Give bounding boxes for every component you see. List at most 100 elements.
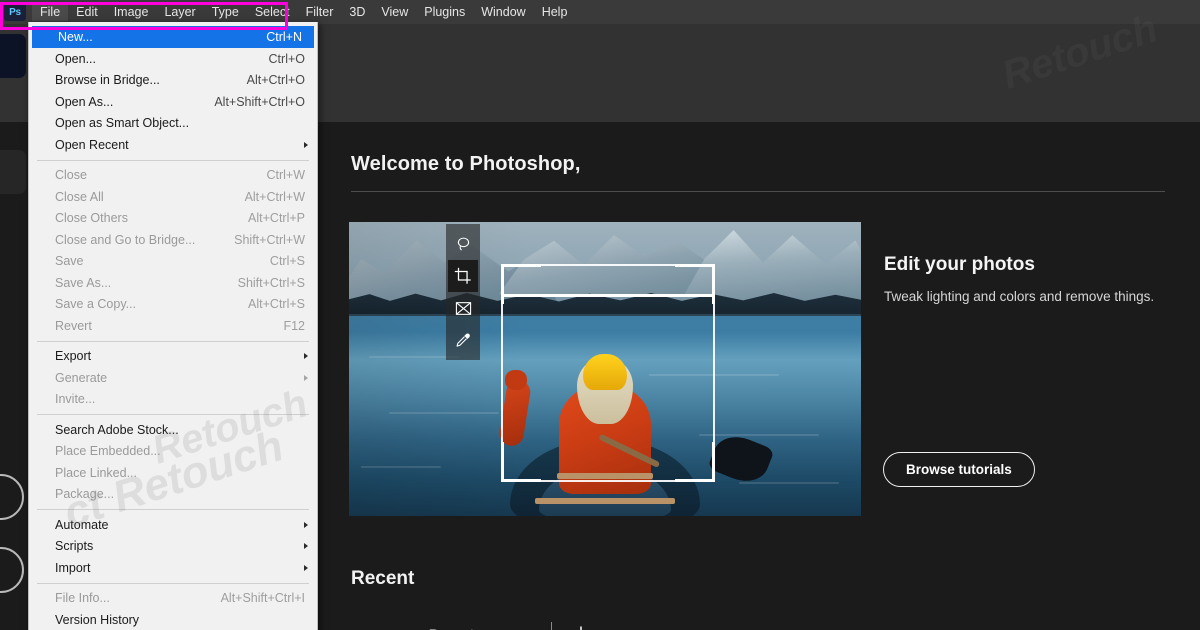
menu-item-label: Import bbox=[55, 561, 305, 575]
menu-item-label: Close bbox=[55, 168, 248, 182]
menu-separator bbox=[37, 414, 309, 415]
menu-separator bbox=[37, 160, 309, 161]
eyedropper-tool-button[interactable] bbox=[448, 324, 478, 356]
menu-item-label: Open as Smart Object... bbox=[55, 116, 305, 130]
menu-item-shortcut: F12 bbox=[283, 319, 305, 333]
menu-item-label: Invite... bbox=[55, 392, 305, 406]
menu-item-label: Open As... bbox=[55, 95, 196, 109]
menu-item-shortcut: Alt+Shift+Ctrl+I bbox=[221, 591, 305, 605]
frame-tool-button[interactable] bbox=[448, 292, 478, 324]
frame-icon bbox=[455, 301, 472, 316]
menu-item-revert: Revert F12 bbox=[29, 315, 317, 337]
page-title: Welcome to Photoshop, bbox=[351, 153, 581, 176]
menu-item-label: Open... bbox=[55, 52, 251, 66]
home-screen-chip-secondary[interactable] bbox=[0, 150, 26, 194]
menu-item-close-others: Close Others Alt+Ctrl+P bbox=[29, 208, 317, 230]
menu-image[interactable]: Image bbox=[106, 3, 157, 22]
menu-item-label: Browse in Bridge... bbox=[55, 73, 229, 87]
menu-item-label: New... bbox=[58, 30, 248, 44]
menu-item-label: Place Embedded... bbox=[55, 444, 305, 458]
menu-item-import[interactable]: Import bbox=[29, 557, 317, 579]
menu-3d[interactable]: 3D bbox=[341, 3, 373, 22]
menu-item-export[interactable]: Export bbox=[29, 346, 317, 368]
menu-item-open-recent[interactable]: Open Recent bbox=[29, 134, 317, 156]
menu-edit[interactable]: Edit bbox=[68, 3, 106, 22]
submenu-arrow-icon bbox=[304, 142, 308, 148]
menu-item-shortcut: Shift+Ctrl+W bbox=[234, 233, 305, 247]
menu-item-shortcut: Alt+Ctrl+O bbox=[247, 73, 305, 87]
menu-item-browse-in-bridge[interactable]: Browse in Bridge... Alt+Ctrl+O bbox=[29, 70, 317, 92]
browse-tutorials-button[interactable]: Browse tutorials bbox=[883, 452, 1035, 487]
menu-item-open[interactable]: Open... Ctrl+O bbox=[29, 48, 317, 70]
hero-image[interactable] bbox=[349, 222, 861, 516]
lasso-tool-button[interactable] bbox=[448, 228, 478, 260]
menu-bar: Ps FileEditImageLayerTypeSelectFilter3DV… bbox=[0, 0, 1200, 24]
menu-item-package: Package... bbox=[29, 484, 317, 506]
submenu-arrow-icon bbox=[304, 353, 308, 359]
menu-item-label: Revert bbox=[55, 319, 265, 333]
menu-bar-items: FileEditImageLayerTypeSelectFilter3DView… bbox=[32, 3, 575, 22]
menu-item-shortcut: Alt+Ctrl+S bbox=[248, 297, 305, 311]
menu-item-new[interactable]: New... Ctrl+N bbox=[32, 26, 314, 48]
menu-filter[interactable]: Filter bbox=[298, 3, 342, 22]
photoshop-logo-icon[interactable]: Ps bbox=[4, 3, 26, 21]
menu-separator bbox=[37, 509, 309, 510]
promo-title: Edit your photos bbox=[884, 254, 1035, 276]
menu-item-scripts[interactable]: Scripts bbox=[29, 536, 317, 558]
promo-subtitle: Tweak lighting and colors and remove thi… bbox=[884, 289, 1154, 304]
menu-item-shortcut: Alt+Ctrl+W bbox=[245, 190, 305, 204]
menu-item-label: Close and Go to Bridge... bbox=[55, 233, 216, 247]
file-menu-body: New... Ctrl+N Open... Ctrl+O Browse in Bridg… bbox=[29, 26, 317, 630]
menu-item-shortcut: Ctrl+W bbox=[266, 168, 305, 182]
menu-item-automate[interactable]: Automate bbox=[29, 514, 317, 536]
home-screen-content: Welcome to Photoshop, bbox=[316, 24, 1200, 630]
menu-item-shortcut: Alt+Ctrl+P bbox=[248, 211, 305, 225]
menu-window[interactable]: Window bbox=[473, 3, 533, 22]
menu-item-label: Package... bbox=[55, 487, 305, 501]
menu-item-search-adobe-stock[interactable]: Search Adobe Stock... bbox=[29, 419, 317, 441]
menu-item-save-as: Save As... Shift+Ctrl+S bbox=[29, 272, 317, 294]
menu-separator bbox=[37, 583, 309, 584]
menu-item-label: Save bbox=[55, 254, 252, 268]
crop-icon bbox=[454, 267, 472, 285]
menu-item-place-embedded: Place Embedded... bbox=[29, 441, 317, 463]
menu-item-label: Open Recent bbox=[55, 138, 305, 152]
menu-item-open-as[interactable]: Open As... Alt+Shift+Ctrl+O bbox=[29, 91, 317, 113]
menu-item-close-and-go-to-bridge: Close and Go to Bridge... Shift+Ctrl+W bbox=[29, 229, 317, 251]
submenu-arrow-icon bbox=[304, 375, 308, 381]
menu-item-shortcut: Alt+Shift+Ctrl+O bbox=[214, 95, 305, 109]
menu-type[interactable]: Type bbox=[204, 3, 247, 22]
arrow-down-icon[interactable] bbox=[574, 625, 588, 630]
menu-item-version-history[interactable]: Version History bbox=[29, 609, 317, 630]
menu-item-label: Save As... bbox=[55, 276, 220, 290]
menu-item-save: Save Ctrl+S bbox=[29, 251, 317, 273]
menu-item-label: Close All bbox=[55, 190, 227, 204]
menu-item-label: Version History bbox=[55, 613, 305, 627]
menu-item-shortcut: Ctrl+O bbox=[269, 52, 305, 66]
menu-item-open-as-smart-object[interactable]: Open as Smart Object... bbox=[29, 113, 317, 135]
menu-view[interactable]: View bbox=[373, 3, 416, 22]
menu-item-label: Close Others bbox=[55, 211, 230, 225]
menu-file[interactable]: File bbox=[32, 3, 68, 22]
menu-item-close-all: Close All Alt+Ctrl+W bbox=[29, 186, 317, 208]
menu-layer[interactable]: Layer bbox=[156, 3, 203, 22]
menu-item-label: Automate bbox=[55, 518, 305, 532]
menu-item-shortcut: Ctrl+S bbox=[270, 254, 305, 268]
crop-tool-button[interactable] bbox=[448, 260, 478, 292]
home-screen-chip[interactable] bbox=[0, 34, 26, 78]
menu-select[interactable]: Select bbox=[247, 3, 298, 22]
lasso-icon bbox=[455, 236, 472, 253]
menu-item-generate: Generate bbox=[29, 367, 317, 389]
eyedropper-icon bbox=[455, 332, 472, 349]
menu-item-label: Place Linked... bbox=[55, 466, 305, 480]
menu-plugins[interactable]: Plugins bbox=[416, 3, 473, 22]
menu-help[interactable]: Help bbox=[534, 3, 576, 22]
menu-item-save-a-copy: Save a Copy...Alt+Ctrl+S bbox=[29, 294, 317, 316]
menu-separator bbox=[37, 341, 309, 342]
menu-item-shortcut: Shift+Ctrl+S bbox=[238, 276, 305, 290]
recent-section-title: Recent bbox=[351, 568, 414, 590]
file-dropdown-menu[interactable]: New... Ctrl+N Open... Ctrl+O Browse in Bridg… bbox=[28, 22, 318, 630]
menu-item-file-info: File Info...Alt+Shift+Ctrl+I bbox=[29, 588, 317, 610]
menu-item-invite: Invite... bbox=[29, 389, 317, 411]
menu-item-shortcut: Ctrl+N bbox=[266, 30, 302, 44]
